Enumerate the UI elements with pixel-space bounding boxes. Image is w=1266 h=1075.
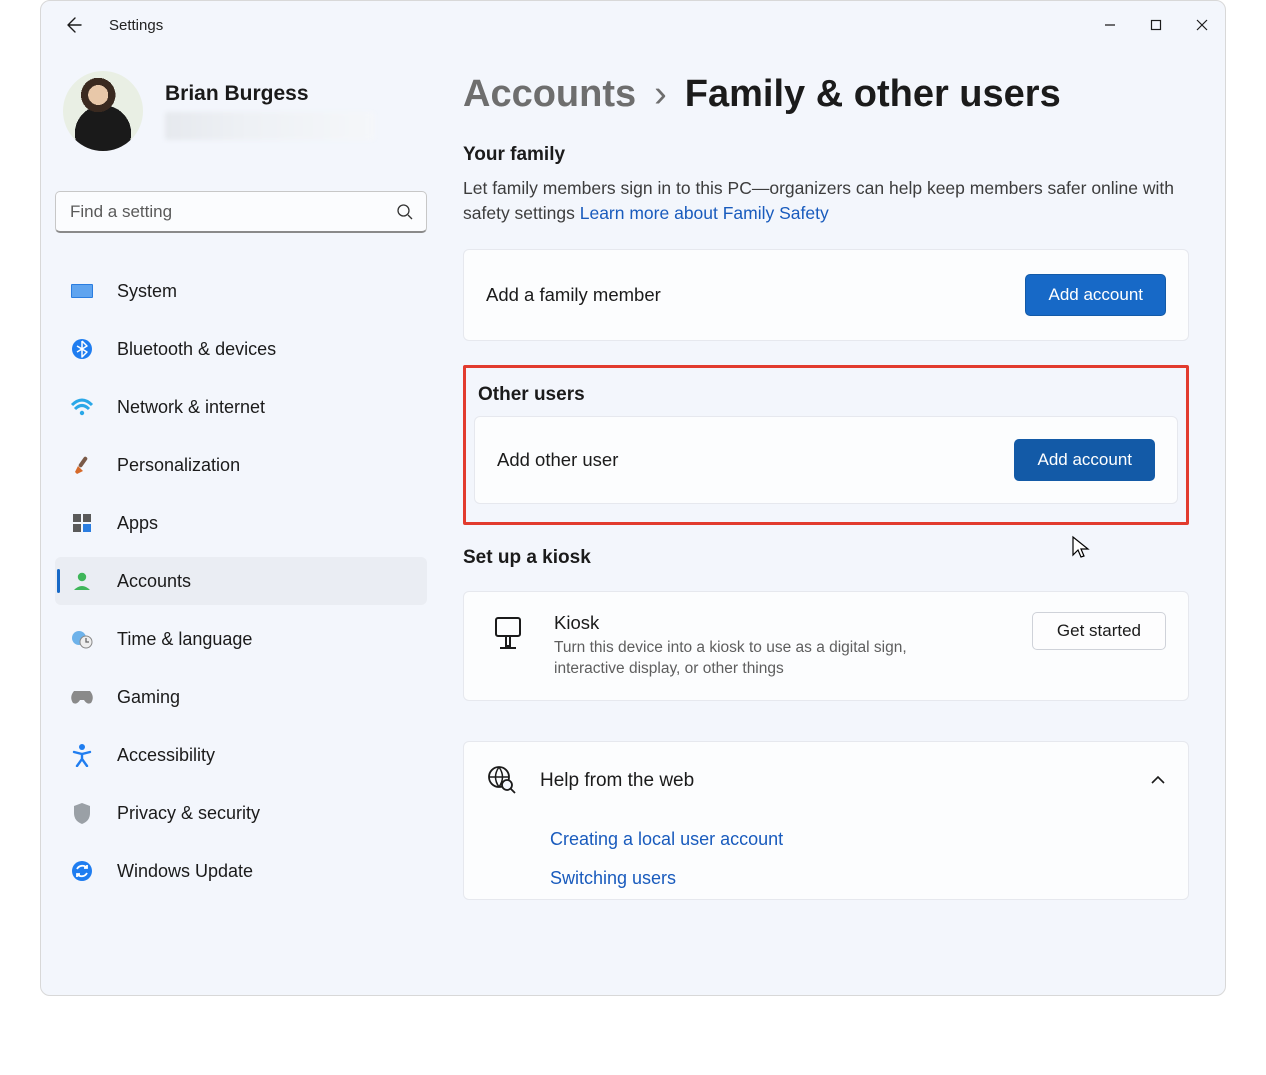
nav-label: Personalization [117,455,240,476]
kiosk-heading: Set up a kiosk [463,547,1189,569]
nav-label: Time & language [117,629,252,650]
minimize-button[interactable] [1087,5,1133,45]
profile-block[interactable]: Brian Burgess [55,63,427,171]
sidebar-item-update[interactable]: Windows Update [55,847,427,895]
sidebar-item-personalization[interactable]: Personalization [55,441,427,489]
person-icon [69,568,95,594]
wifi-icon [69,394,95,420]
breadcrumb-parent[interactable]: Accounts [463,73,636,116]
chevron-right-icon: › [654,73,667,116]
nav-label: Privacy & security [117,803,260,824]
shield-icon [69,800,95,826]
other-users-heading: Other users [478,384,1178,406]
nav-list: System Bluetooth & devices Network & int… [55,259,427,895]
nav-label: Gaming [117,687,180,708]
add-other-user-button[interactable]: Add account [1014,439,1155,481]
window-controls [1087,5,1225,45]
arrow-left-icon [63,15,83,35]
sidebar-item-system[interactable]: System [55,267,427,315]
help-links: Creating a local user account Switching … [486,799,1166,899]
kiosk-title: Kiosk [554,612,954,634]
sidebar-item-time[interactable]: Time & language [55,615,427,663]
help-link-local-account[interactable]: Creating a local user account [550,829,1166,850]
help-title: Help from the web [540,770,694,792]
window-title: Settings [109,17,163,34]
nav-label: Network & internet [117,397,265,418]
sidebar-item-privacy[interactable]: Privacy & security [55,789,427,837]
breadcrumb-current: Family & other users [685,73,1061,116]
gamepad-icon [69,684,95,710]
kiosk-description: Turn this device into a kiosk to use as … [554,638,954,680]
add-family-member-label: Add a family member [486,284,661,306]
sync-icon [69,858,95,884]
sidebar-item-bluetooth[interactable]: Bluetooth & devices [55,325,427,373]
apps-icon [69,510,95,536]
nav-label: Windows Update [117,861,253,882]
display-icon [69,278,95,304]
sidebar-item-accessibility[interactable]: Accessibility [55,731,427,779]
help-expander[interactable]: Help from the web [486,764,1166,799]
family-safety-link[interactable]: Learn more about Family Safety [580,203,829,223]
nav-label: Accounts [117,571,191,592]
main-content: Accounts › Family & other users Your fam… [441,49,1225,995]
kiosk-card: Kiosk Turn this device into a kiosk to u… [463,591,1189,701]
sidebar-item-accounts[interactable]: Accounts [55,557,427,605]
sidebar-item-apps[interactable]: Apps [55,499,427,547]
nav-label: Accessibility [117,745,215,766]
profile-email-redacted [165,112,375,140]
bluetooth-icon [69,336,95,362]
family-heading: Your family [463,144,1189,166]
kiosk-get-started-button[interactable]: Get started [1032,612,1166,650]
back-button[interactable] [53,5,93,45]
sidebar-item-gaming[interactable]: Gaming [55,673,427,721]
clock-globe-icon [69,626,95,652]
close-button[interactable] [1179,5,1225,45]
nav-label: System [117,281,177,302]
profile-name: Brian Burgess [165,82,375,106]
kiosk-icon [486,612,530,656]
sidebar: Brian Burgess System [41,49,441,995]
add-family-member-card: Add a family member Add account [463,249,1189,341]
maximize-button[interactable] [1133,5,1179,45]
help-card: Help from the web Creating a local user … [463,741,1189,900]
breadcrumb: Accounts › Family & other users [463,73,1189,116]
avatar [63,71,143,151]
paintbrush-icon [69,452,95,478]
help-link-switching-users[interactable]: Switching users [550,868,1166,889]
add-other-user-card: Add other user Add account [474,416,1178,504]
other-users-highlight: Other users Add other user Add account [463,365,1189,525]
globe-search-icon [486,764,516,799]
nav-label: Apps [117,513,158,534]
search-input[interactable] [55,191,427,233]
add-other-user-label: Add other user [497,449,618,471]
accessibility-icon [69,742,95,768]
family-description: Let family members sign in to this PC—or… [463,176,1189,227]
settings-window: Settings Brian Burgess [40,0,1226,996]
add-family-account-button[interactable]: Add account [1025,274,1166,316]
chevron-up-icon [1150,772,1166,790]
search-icon[interactable] [393,200,417,224]
titlebar: Settings [41,1,1225,49]
nav-label: Bluetooth & devices [117,339,276,360]
sidebar-item-network[interactable]: Network & internet [55,383,427,431]
